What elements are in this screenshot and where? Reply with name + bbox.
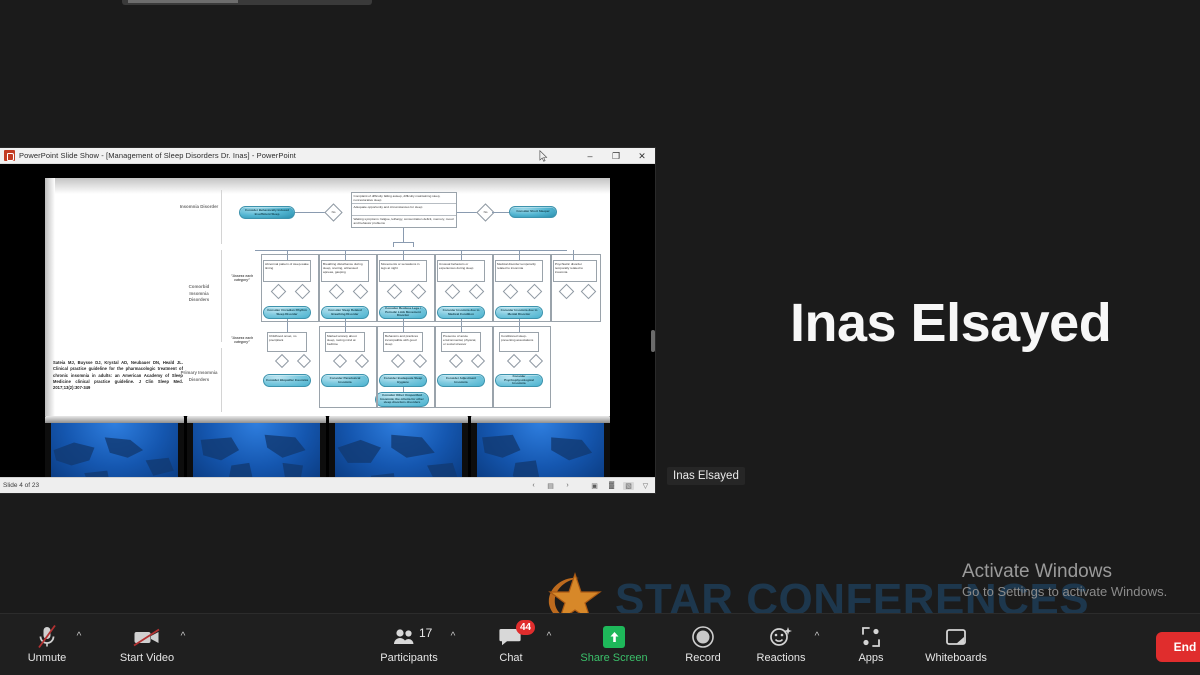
row-label-insomnia-disorder: Insomnia Disorder — [179, 204, 219, 209]
view-normal-icon[interactable]: ▣ — [589, 482, 600, 490]
share-screen-icon — [603, 623, 625, 651]
floating-toolbar-sliver-highlight — [128, 0, 238, 3]
chat-button[interactable]: 44 Chat ^ — [472, 619, 551, 671]
decision-row1-label: No — [331, 210, 336, 214]
restore-button[interactable]: ❐ — [603, 148, 629, 164]
participants-button[interactable]: 17 Participants ^ — [370, 619, 455, 671]
powerpoint-window-title: PowerPoint Slide Show - [Management of S… — [19, 151, 296, 160]
participants-count: 17 — [419, 626, 433, 640]
record-label: Record — [685, 652, 721, 664]
participant-name-tag: Inas Elsayed — [667, 467, 745, 485]
toolbar-left-group: Unmute ^ Start Video ^ — [8, 619, 186, 671]
participants-label: Participants — [380, 652, 438, 664]
whiteboards-label: Whiteboards — [925, 652, 987, 664]
start-video-label: Start Video — [119, 652, 175, 664]
share-screen-label: Share Screen — [580, 652, 648, 664]
slide-citation: Sateia MJ, Buysse DJ, Krystal AD, Neubau… — [53, 360, 183, 391]
reactions-chevron-icon[interactable]: ^ — [812, 631, 822, 642]
toolbar-center-group: 17 Participants ^ 44 Chat ^ Share Screen… — [370, 619, 1002, 671]
next-slide-icon[interactable]: › — [562, 482, 573, 489]
share-screen-button[interactable]: Share Screen — [568, 619, 660, 671]
filmstrip-screen — [187, 416, 326, 477]
slide-template-filmstrip — [45, 416, 610, 477]
view-slideshow-icon[interactable]: ▽ — [640, 482, 651, 490]
status-bar-controls: ‹ ▤ › ▣ ▓ ▧ ▽ — [528, 481, 651, 490]
apps-grid-icon — [859, 623, 883, 651]
slide-indicator: Slide 4 of 23 — [3, 482, 40, 489]
unmute-label: Unmute — [27, 652, 67, 664]
zoom-meeting-toolbar: Unmute ^ Start Video ^ 17 Participants ^… — [0, 613, 1200, 675]
slide-stage[interactable]: Sateia MJ, Buysse DJ, Krystal AD, Neubau… — [0, 164, 655, 477]
criteria-box: Complaint of difficulty falling asleep, … — [351, 192, 457, 228]
audio-options-chevron-icon[interactable]: ^ — [74, 631, 84, 642]
activate-windows-title: Activate Windows — [962, 561, 1112, 582]
start-video-button[interactable]: Start Video ^ — [108, 619, 186, 671]
whiteboards-button[interactable]: Whiteboards — [910, 619, 1002, 671]
previous-slide-icon[interactable]: ‹ — [528, 482, 539, 489]
notes-icon[interactable]: ▤ — [545, 482, 556, 490]
chat-label: Chat — [499, 652, 523, 664]
zoom-meeting-screen: PowerPoint Slide Show - [Management of S… — [0, 0, 1200, 675]
row3-box-1: Childhood onset, no precipitant — [267, 332, 307, 352]
powerpoint-scrollbar[interactable] — [650, 180, 655, 477]
insomnia-diagnosis-flowchart: Insomnia Disorder Comorbid Insomnia Diso… — [179, 186, 603, 414]
powerpoint-title-bar: PowerPoint Slide Show - [Management of S… — [0, 148, 655, 164]
criteria-line-3: Waking symptoms: fatigue, lethargy, conc… — [353, 216, 454, 225]
criteria-line-2: Adequate opportunity and circumstances f… — [352, 204, 456, 216]
activate-windows-watermark: Activate Windows Go to Settings to activ… — [962, 560, 1192, 601]
active-speaker-name: Inas Elsayed — [790, 293, 1112, 353]
mouse-cursor-icon — [539, 150, 548, 162]
apps-label: Apps — [858, 652, 884, 664]
camera-muted-icon — [132, 623, 162, 651]
assess-note-row3: "Assess each category" — [230, 336, 254, 345]
end-meeting-container: End — [1156, 632, 1200, 662]
chat-chevron-icon[interactable]: ^ — [544, 631, 554, 642]
window-controls: – ❐ ✕ — [577, 148, 655, 164]
chat-unread-badge: 44 — [516, 620, 536, 635]
reactions-label: Reactions — [756, 652, 806, 664]
microphone-muted-icon — [36, 623, 58, 651]
slide-canvas: Sateia MJ, Buysse DJ, Krystal AD, Neubau… — [45, 178, 610, 477]
criteria-line-1: Complaint of difficulty falling asleep, … — [352, 193, 456, 205]
view-reading-icon[interactable]: ▧ — [623, 481, 634, 490]
filmstrip-screen — [45, 416, 184, 477]
close-button[interactable]: ✕ — [629, 148, 655, 164]
pill-short-sleeper: Consider Short Sleeper — [509, 206, 557, 218]
row-label-comorbid: Comorbid Insomnia Disorders — [188, 284, 210, 303]
decision-row1-b-label: No — [483, 210, 488, 214]
assess-note-row2: "Assess each category" — [230, 274, 254, 283]
end-meeting-button[interactable]: End — [1156, 632, 1200, 662]
pill-behaviorally-induced: Consider Behaviorally Induced Insufficie… — [239, 206, 295, 219]
participants-chevron-icon[interactable]: ^ — [448, 631, 458, 642]
whiteboard-icon — [943, 623, 969, 651]
reactions-button[interactable]: Reactions ^ — [742, 619, 820, 671]
view-slide-sorter-icon[interactable]: ▓ — [606, 482, 617, 489]
filmstrip-screen — [471, 416, 610, 477]
unmute-button[interactable]: Unmute ^ — [8, 619, 86, 671]
video-options-chevron-icon[interactable]: ^ — [178, 631, 188, 642]
scrollbar-thumb[interactable] — [650, 330, 655, 352]
minimize-button[interactable]: – — [577, 148, 603, 164]
shared-screen-powerpoint-window[interactable]: PowerPoint Slide Show - [Management of S… — [0, 148, 655, 493]
row3-pill-1: Consider Idiopathic Insomnia — [263, 374, 311, 387]
smiley-reactions-icon — [768, 623, 794, 651]
filmstrip-screen — [329, 416, 468, 477]
powerpoint-app-icon — [4, 150, 15, 161]
powerpoint-status-bar: Slide 4 of 23 ‹ ▤ › ▣ ▓ ▧ ▽ — [0, 477, 655, 493]
record-circle-icon — [691, 623, 715, 651]
row-label-primary: Primary Insomnia Disorders — [180, 370, 218, 382]
record-button[interactable]: Record — [664, 619, 742, 671]
apps-button[interactable]: Apps — [832, 619, 910, 671]
activate-windows-subtitle: Go to Settings to activate Windows. — [962, 583, 1168, 599]
